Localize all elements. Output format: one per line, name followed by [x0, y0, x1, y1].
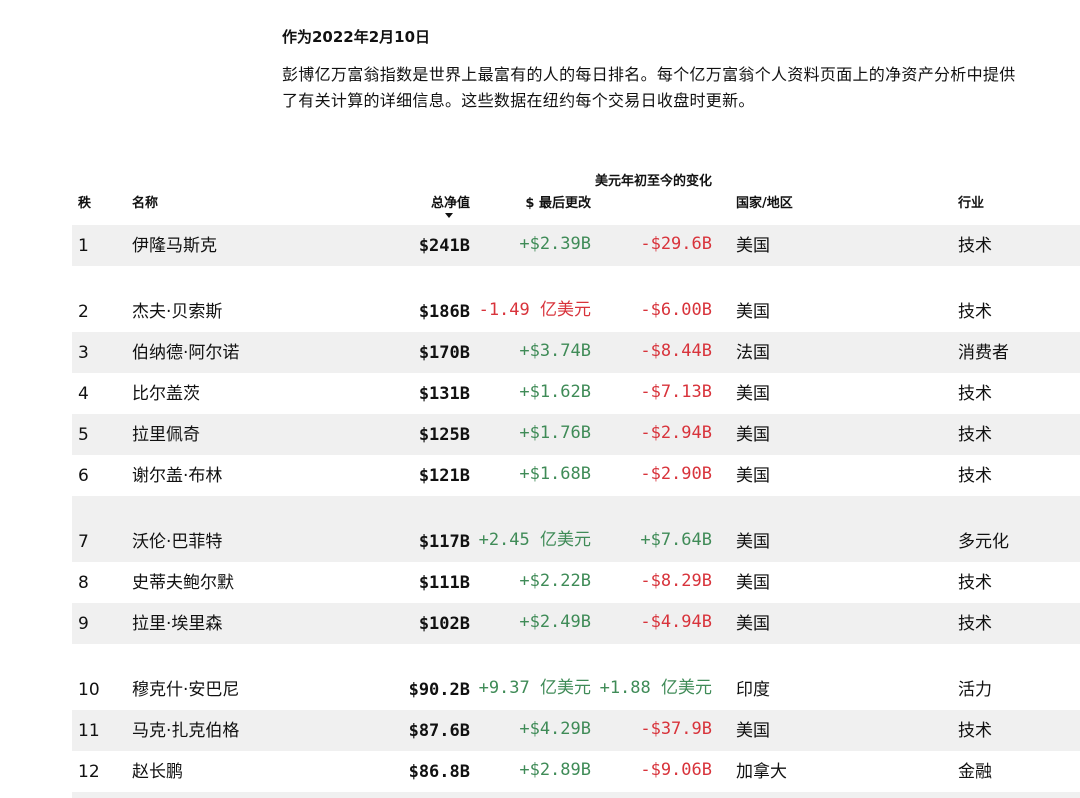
last-change-cell: +$2.39B	[519, 234, 591, 254]
industry-cell: 技术	[958, 466, 992, 486]
country-cell: 加拿大	[736, 762, 787, 782]
rank-cell: 11	[78, 721, 100, 741]
rank-cell: 6	[78, 466, 89, 486]
rank-cell: 10	[78, 680, 100, 700]
last-change-cell: +2.45 亿美元	[478, 530, 591, 550]
name-cell[interactable]: 比尔盖茨	[132, 383, 200, 405]
rank-cell: 5	[78, 425, 89, 445]
header-name[interactable]: 名称	[132, 192, 158, 211]
name-cell[interactable]: 史蒂夫鲍尔默	[132, 572, 234, 594]
ytd-change-cell: +1.88 亿美元	[599, 678, 712, 698]
country-cell: 美国	[736, 236, 770, 256]
name-cell[interactable]: 穆克什·安巴尼	[132, 679, 239, 701]
rank-cell: 3	[78, 343, 89, 363]
ytd-change-cell: -$2.94B	[640, 423, 712, 443]
last-change-cell: +$3.74B	[519, 341, 591, 361]
name-cell[interactable]: 伯纳德·阿尔诺	[132, 342, 239, 364]
name-cell[interactable]: 拉里·埃里森	[132, 613, 222, 635]
ytd-change-cell: -$4.94B	[640, 612, 712, 632]
ytd-change-cell: -$6.00B	[640, 300, 712, 320]
billionaires-table: 1 伊隆马斯克 $241B +$2.39B -$29.6B 美国 技术 2 杰夫…	[72, 225, 1080, 792]
country-cell: 美国	[736, 425, 770, 445]
rank-cell: 4	[78, 384, 89, 404]
last-change-cell: +$1.62B	[519, 382, 591, 402]
ytd-change-cell: -$9.06B	[640, 760, 712, 780]
last-change-cell: +$1.76B	[519, 423, 591, 443]
industry-cell: 技术	[958, 384, 992, 404]
last-change-cell: +$2.49B	[519, 612, 591, 632]
table-row[interactable]: 8 史蒂夫鲍尔默 $111B +$2.22B -$8.29B 美国 技术	[72, 562, 1080, 603]
ytd-change-cell: -$8.29B	[640, 571, 712, 591]
header-net-worth[interactable]: 总净值	[431, 192, 470, 211]
rank-cell: 7	[78, 532, 89, 552]
country-cell: 美国	[736, 721, 770, 741]
as-of-date: 作为2022年2月10日	[282, 28, 431, 46]
country-cell: 美国	[736, 302, 770, 322]
ytd-change-cell: -$37.9B	[640, 719, 712, 739]
name-cell[interactable]: 拉里佩奇	[132, 424, 200, 446]
table-row[interactable]: 1 伊隆马斯克 $241B +$2.39B -$29.6B 美国 技术	[72, 225, 1080, 266]
ytd-change-cell: -$29.6B	[640, 234, 712, 254]
name-cell[interactable]: 伊隆马斯克	[132, 235, 217, 257]
ytd-change-cell: +$7.64B	[640, 530, 712, 550]
country-cell: 美国	[736, 614, 770, 634]
country-cell: 美国	[736, 573, 770, 593]
last-change-cell: +9.37 亿美元	[478, 678, 591, 698]
country-cell: 印度	[736, 680, 770, 700]
industry-cell: 技术	[958, 302, 992, 322]
industry-cell: 技术	[958, 721, 992, 741]
name-cell[interactable]: 赵长鹏	[132, 761, 183, 783]
last-change-cell: +$1.68B	[519, 464, 591, 484]
name-cell[interactable]: 杰夫·贝索斯	[132, 301, 222, 323]
header-ytd-change[interactable]: 美元年初至今的变化	[572, 172, 712, 192]
industry-cell: 多元化	[958, 532, 1009, 552]
sort-descending-icon[interactable]	[445, 213, 453, 218]
industry-cell: 消费者	[958, 343, 1009, 363]
rank-cell: 8	[78, 573, 89, 593]
ytd-change-cell: -$8.44B	[640, 341, 712, 361]
last-change-cell: +$4.29B	[519, 719, 591, 739]
rank-cell: 12	[78, 762, 100, 782]
table-row[interactable]: 10 穆克什·安巴尼 $90.2B +9.37 亿美元 +1.88 亿美元 印度…	[72, 644, 1080, 710]
header-industry[interactable]: 行业	[958, 192, 984, 211]
country-cell: 法国	[736, 343, 770, 363]
name-cell[interactable]: 马克·扎克伯格	[132, 720, 239, 742]
header-rank[interactable]: 秩	[78, 192, 91, 211]
table-row[interactable]: 3 伯纳德·阿尔诺 $170B +$3.74B -$8.44B 法国 消费者	[72, 332, 1080, 373]
ytd-change-cell: -$2.90B	[640, 464, 712, 484]
industry-cell: 技术	[958, 236, 992, 256]
header-last-change[interactable]: $ 最后更改	[525, 192, 591, 211]
country-cell: 美国	[736, 384, 770, 404]
name-cell[interactable]: 沃伦·巴菲特	[132, 531, 222, 553]
table-header: 秩 名称 总净值 $ 最后更改 美元年初至今的变化 国家/地区 行业	[72, 160, 1080, 224]
industry-cell: 金融	[958, 762, 992, 782]
next-row-strip	[72, 792, 1080, 798]
rank-cell: 2	[78, 302, 89, 322]
last-change-cell: +$2.22B	[519, 571, 591, 591]
ytd-change-cell: -$7.13B	[640, 382, 712, 402]
header-country[interactable]: 国家/地区	[736, 192, 793, 211]
table-row[interactable]: 7 沃伦·巴菲特 $117B +2.45 亿美元 +$7.64B 美国 多元化	[72, 496, 1080, 562]
table-row[interactable]: 2 杰夫·贝索斯 $186B -1.49 亿美元 -$6.00B 美国 技术	[72, 266, 1080, 332]
industry-cell: 技术	[958, 614, 992, 634]
last-change-cell: -1.49 亿美元	[478, 300, 591, 320]
country-cell: 美国	[736, 466, 770, 486]
industry-cell: 活力	[958, 680, 992, 700]
table-row[interactable]: 5 拉里佩奇 $125B +$1.76B -$2.94B 美国 技术	[72, 414, 1080, 455]
table-row[interactable]: 6 谢尔盖·布林 $121B +$1.68B -$2.90B 美国 技术	[72, 455, 1080, 496]
last-change-cell: +$2.89B	[519, 760, 591, 780]
industry-cell: 技术	[958, 425, 992, 445]
table-row[interactable]: 11 马克·扎克伯格 $87.6B +$4.29B -$37.9B 美国 技术	[72, 710, 1080, 751]
country-cell: 美国	[736, 532, 770, 552]
table-row[interactable]: 4 比尔盖茨 $131B +$1.62B -$7.13B 美国 技术	[72, 373, 1080, 414]
rank-cell: 1	[78, 236, 89, 256]
name-cell[interactable]: 谢尔盖·布林	[132, 465, 222, 487]
rank-cell: 9	[78, 614, 89, 634]
intro-paragraph: 彭博亿万富翁指数是世界上最富有的人的每日排名。每个亿万富翁个人资料页面上的净资产…	[282, 65, 1016, 110]
table-row[interactable]: 12 赵长鹏 $86.8B +$2.89B -$9.06B 加拿大 金融	[72, 751, 1080, 792]
industry-cell: 技术	[958, 573, 992, 593]
table-row[interactable]: 9 拉里·埃里森 $102B +$2.49B -$4.94B 美国 技术	[72, 603, 1080, 644]
